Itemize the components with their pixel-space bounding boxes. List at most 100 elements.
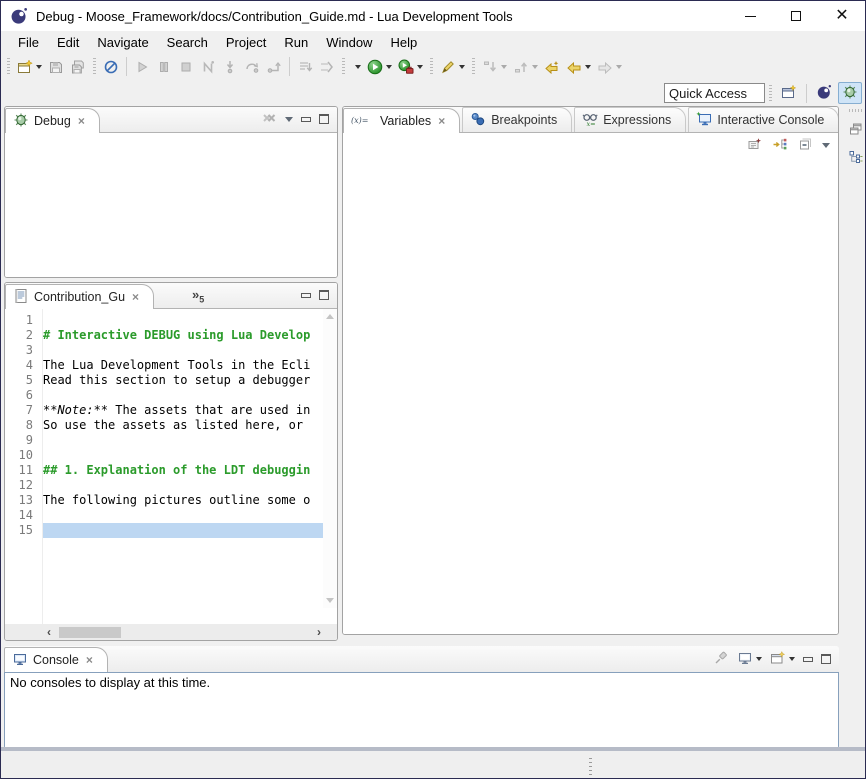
menu-item-run[interactable]: Run xyxy=(275,33,317,52)
tab-debug[interactable]: Debug × xyxy=(5,108,100,133)
outline-view-button[interactable] xyxy=(846,148,866,168)
code-line xyxy=(43,313,337,328)
editor-text-area[interactable]: # Interactive DEBUG using Lua Develop Th… xyxy=(43,309,337,624)
tab-expressions[interactable]: x= Expressions xyxy=(574,107,686,132)
back-icon xyxy=(566,59,582,75)
forward-button[interactable] xyxy=(594,55,625,79)
toolbar-grip[interactable] xyxy=(769,85,772,102)
scroll-right-icon[interactable]: › xyxy=(317,626,321,639)
run-button[interactable] xyxy=(364,55,395,79)
toolbar-grip[interactable] xyxy=(93,58,96,75)
remove-all-terminated-icon[interactable] xyxy=(261,110,277,129)
menu-item-navigate[interactable]: Navigate xyxy=(88,33,157,52)
terminate-button[interactable] xyxy=(175,55,197,79)
window-close-button[interactable]: ✕ xyxy=(819,1,865,31)
editor-overflow-chevron[interactable]: »5 xyxy=(192,287,204,305)
toolbar-grip[interactable] xyxy=(430,58,433,75)
step-return-button[interactable] xyxy=(263,55,285,79)
last-edit-location-button[interactable] xyxy=(541,55,563,79)
close-icon[interactable]: × xyxy=(78,114,85,128)
toolbar-grip[interactable] xyxy=(342,58,345,75)
toolbar-grip[interactable] xyxy=(472,58,475,75)
external-tools-button[interactable] xyxy=(395,55,426,79)
scroll-down-icon[interactable] xyxy=(326,598,334,603)
suspend-button[interactable] xyxy=(153,55,175,79)
menu-item-project[interactable]: Project xyxy=(217,33,275,52)
console-output[interactable]: No consoles to display at this time. xyxy=(4,672,839,749)
disconnect-button[interactable] xyxy=(197,55,219,79)
drop-to-frame-button[interactable] xyxy=(294,55,316,79)
tab-interactive-console[interactable]: Interactive Console xyxy=(688,107,839,132)
minimize-view-icon[interactable] xyxy=(301,293,311,298)
menu-item-edit[interactable]: Edit xyxy=(48,33,88,52)
menu-item-search[interactable]: Search xyxy=(158,33,217,52)
trim-grip[interactable] xyxy=(849,109,863,112)
view-menu-icon[interactable] xyxy=(822,143,830,148)
lua-perspective-button[interactable] xyxy=(812,82,836,104)
dropdown-arrow-icon[interactable] xyxy=(459,65,465,69)
previous-annotation-button[interactable] xyxy=(510,55,541,79)
next-annotation-button[interactable] xyxy=(479,55,510,79)
close-icon[interactable]: × xyxy=(132,290,139,304)
show-constants-icon[interactable] xyxy=(747,136,763,155)
step-return-icon xyxy=(266,59,282,75)
maximize-view-icon[interactable] xyxy=(319,290,329,300)
resume-button[interactable] xyxy=(131,55,153,79)
dropdown-arrow-icon[interactable] xyxy=(501,65,507,69)
window-maximize-button[interactable] xyxy=(773,1,819,31)
quick-access-input[interactable] xyxy=(664,83,765,103)
tab-breakpoints[interactable]: Breakpoints xyxy=(462,107,572,132)
dropdown-arrow-icon[interactable] xyxy=(616,65,622,69)
step-over-button[interactable] xyxy=(241,55,263,79)
editor-horizontal-scrollbar[interactable]: ‹ › xyxy=(45,625,323,640)
minimize-view-icon[interactable] xyxy=(301,117,311,122)
debug-button[interactable] xyxy=(349,55,364,79)
window-minimize-button[interactable] xyxy=(727,1,773,31)
collapse-all-icon[interactable] xyxy=(797,136,813,155)
restore-views-button[interactable] xyxy=(846,120,866,140)
maximize-view-icon[interactable] xyxy=(821,654,831,664)
debug-perspective-button[interactable] xyxy=(838,82,862,104)
pin-console-icon[interactable] xyxy=(713,650,729,669)
tab-contribution-guide[interactable]: Contribution_Gu × xyxy=(5,284,154,309)
dropdown-arrow-icon[interactable] xyxy=(36,65,42,69)
line-number: 9 xyxy=(5,433,33,448)
view-menu-icon[interactable] xyxy=(285,117,293,122)
menu-item-file[interactable]: File xyxy=(9,33,48,52)
close-icon[interactable]: × xyxy=(438,114,445,128)
dropdown-arrow-icon[interactable] xyxy=(355,65,361,69)
use-step-filters-button[interactable] xyxy=(316,55,338,79)
previous-annotation-icon xyxy=(513,59,529,75)
back-button[interactable] xyxy=(563,55,594,79)
toolbar-grip[interactable] xyxy=(7,58,10,75)
menu-item-help[interactable]: Help xyxy=(381,33,426,52)
minimize-view-icon[interactable] xyxy=(803,657,813,662)
dropdown-arrow-icon[interactable] xyxy=(417,65,423,69)
dropdown-arrow-icon[interactable] xyxy=(532,65,538,69)
tab-console[interactable]: Console × xyxy=(4,647,108,672)
dropdown-arrow-icon[interactable] xyxy=(386,65,392,69)
open-console-button[interactable] xyxy=(770,650,795,669)
scrollbar-thumb[interactable] xyxy=(59,627,121,638)
open-perspective-button[interactable] xyxy=(777,82,801,104)
mark-occurrences-button[interactable] xyxy=(437,55,468,79)
scroll-left-icon[interactable]: ‹ xyxy=(47,626,51,639)
toolbar-sep xyxy=(289,57,290,76)
new-wizard-button[interactable] xyxy=(14,55,45,79)
save-all-button[interactable] xyxy=(67,55,89,79)
status-bar-grip[interactable] xyxy=(589,758,592,775)
step-into-button[interactable] xyxy=(219,55,241,79)
scroll-up-icon[interactable] xyxy=(326,314,334,319)
show-logical-structures-icon[interactable] xyxy=(772,136,788,155)
maximize-view-icon[interactable] xyxy=(319,114,329,124)
dropdown-arrow-icon[interactable] xyxy=(585,65,591,69)
tab-variables[interactable]: (x)= Variables × xyxy=(343,108,460,133)
save-button[interactable] xyxy=(45,55,67,79)
tab-variables-label: Variables xyxy=(380,114,431,128)
menu-item-window[interactable]: Window xyxy=(317,33,381,52)
editor-vertical-scrollbar[interactable] xyxy=(323,309,337,608)
close-icon[interactable]: × xyxy=(86,653,93,667)
skip-all-breakpoints-button[interactable] xyxy=(100,55,122,79)
display-selected-console-button[interactable] xyxy=(737,650,762,669)
line-number-gutter[interactable]: 123456789101112131415 xyxy=(5,309,43,624)
